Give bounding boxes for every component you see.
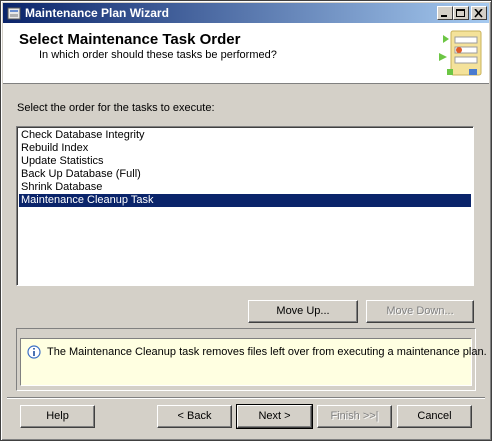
move-down-button[interactable]: Move Down... [366, 300, 474, 323]
task-description: The Maintenance Cleanup task removes fil… [20, 338, 487, 386]
task-list-item[interactable]: Update Statistics [19, 155, 471, 168]
finish-button[interactable]: Finish >>| [317, 405, 392, 428]
minimize-button[interactable] [437, 6, 453, 20]
title-bar[interactable]: Maintenance Plan Wizard [3, 3, 489, 23]
maximize-icon [456, 9, 465, 17]
description-text: The Maintenance Cleanup task removes fil… [47, 346, 487, 358]
task-list-item[interactable]: Check Database Integrity [19, 129, 471, 142]
cancel-button[interactable]: Cancel [397, 405, 472, 428]
help-button[interactable]: Help [20, 405, 95, 428]
next-button[interactable]: Next > [236, 404, 313, 429]
close-icon [474, 9, 483, 18]
wizard-banner-icon [439, 30, 482, 76]
task-list-item[interactable]: Shrink Database [19, 181, 471, 194]
task-order-label: Select the order for the tasks to execut… [17, 102, 215, 114]
move-up-button[interactable]: Move Up... [248, 300, 358, 323]
footer-separator [7, 397, 485, 399]
page-subtitle: In which order should these tasks be per… [39, 49, 277, 61]
back-button[interactable]: < Back [157, 405, 232, 428]
task-order-list[interactable]: Check Database Integrity Rebuild Index Upd… [16, 126, 474, 286]
maximize-button[interactable] [453, 6, 469, 20]
page-title: Select Maintenance Task Order [19, 31, 241, 48]
wizard-window: Maintenance Plan Wizard Select Maintenan… [0, 0, 492, 441]
wizard-header: Select Maintenance Task Order In which o… [3, 23, 489, 84]
task-list-item[interactable]: Maintenance Cleanup Task [19, 194, 471, 207]
window-title: Maintenance Plan Wizard [25, 6, 169, 20]
task-list-item[interactable]: Back Up Database (Full) [19, 168, 471, 181]
close-button[interactable] [471, 6, 487, 20]
app-icon [6, 5, 22, 21]
minimize-icon [441, 15, 447, 17]
task-list-item[interactable]: Rebuild Index [19, 142, 471, 155]
info-icon [27, 345, 41, 359]
